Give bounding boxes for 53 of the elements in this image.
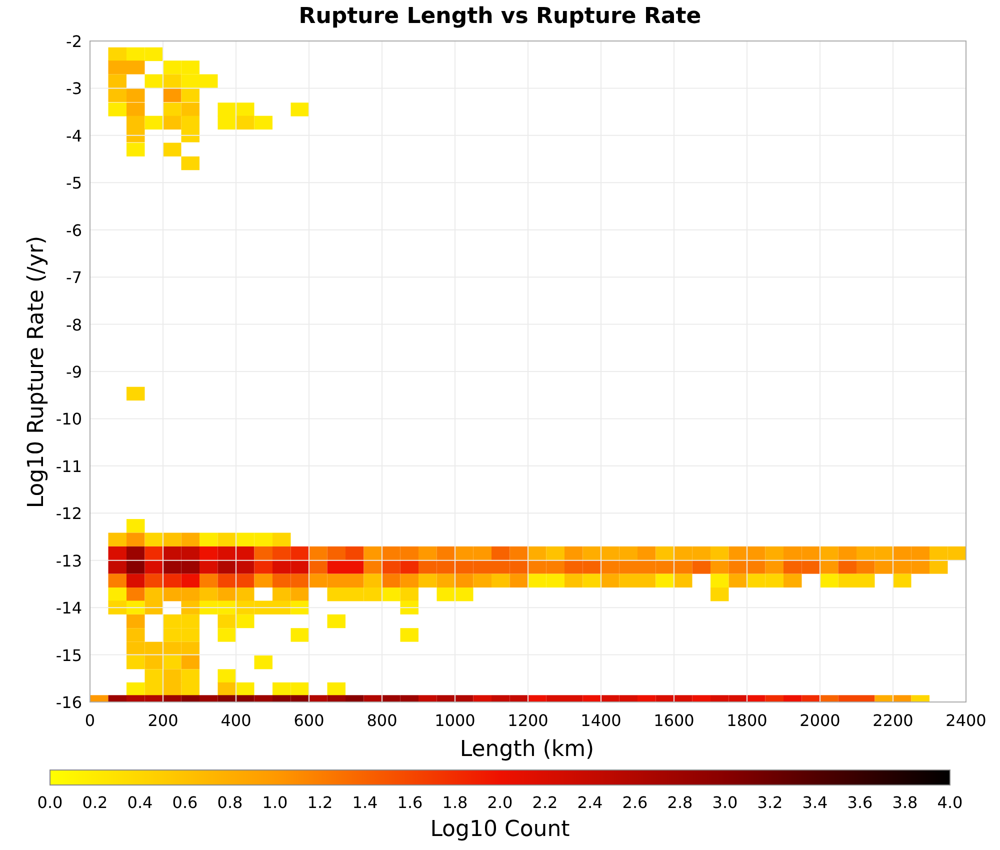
x-axis-label: Length (km) [460,737,594,762]
y-tick-label: -3 [66,79,82,98]
colorbar-tick-label: 3.4 [802,793,828,812]
y-tick-label: -7 [66,268,82,288]
colorbar-tick-label: 3.2 [757,793,783,812]
colorbar-tick-label: 0.4 [127,793,153,812]
colorbar-tick-label: 2.2 [532,793,558,812]
colorbar-tick-label: 2.6 [622,793,648,812]
y-tick-label: -10 [56,410,82,429]
colorbar-tick-label: 1.6 [397,793,423,812]
colorbar-tick-label: 0.2 [82,793,108,812]
colorbar-tick-label: 4.0 [937,793,963,812]
colorbar-label: Log10 Count [430,817,570,842]
y-tick-label: -5 [66,174,82,193]
y-tick-label: -13 [56,551,82,570]
colorbar-tick-label: 0.6 [172,793,198,812]
y-axis-label: Log10 Rupture Rate (/yr) [24,236,49,508]
x-tick-label: 400 [220,711,252,730]
x-tick-label: 600 [294,711,324,730]
colorbar-tick-label: 2.4 [577,793,603,812]
colorbar-tick-label: 1.2 [307,793,333,812]
colorbar-tick-label: 1.4 [352,793,378,812]
y-tick-label: -11 [56,456,82,476]
y-tick-label: -16 [56,693,82,712]
y-tick-label: -4 [66,126,82,146]
x-tick-label: 200 [148,711,178,730]
y-tick-label: -2 [66,32,82,51]
colorbar-tick-label: 2.0 [487,793,513,812]
y-tick-label: -14 [56,598,82,618]
x-tick-label: 1000 [434,711,476,730]
y-tick-label: -8 [66,315,82,334]
colorbar-tick-label: 3.6 [847,793,873,812]
colorbar-tick-label: 3.8 [892,793,918,812]
colorbar-tick-label: 0.0 [37,793,63,812]
x-tick-label: 1400 [580,711,622,730]
y-tick-label: -6 [66,220,82,240]
colorbar-tick-label: 0.8 [217,793,243,812]
y-tick-label: -9 [66,362,82,382]
colorbar-tick-label: 3.0 [712,793,738,812]
colorbar-tick-label: 1.0 [262,793,288,812]
chart-title: Rupture Length vs Rupture Rate [298,4,702,29]
x-tick-label: 1600 [654,711,694,730]
x-tick-label: 1800 [726,711,768,730]
x-tick-label: 1200 [508,711,548,730]
y-tick-label: -12 [56,504,82,524]
x-tick-label: 2400 [946,711,986,730]
x-tick-label: 0 [84,711,96,730]
x-tick-label: 800 [366,711,398,730]
x-tick-label: 2200 [872,711,914,730]
colorbar-tick-label: 2.8 [667,793,693,812]
y-tick-label: -15 [56,646,82,665]
x-tick-label: 2000 [800,711,840,730]
colorbar-tick-label: 1.8 [442,793,468,812]
